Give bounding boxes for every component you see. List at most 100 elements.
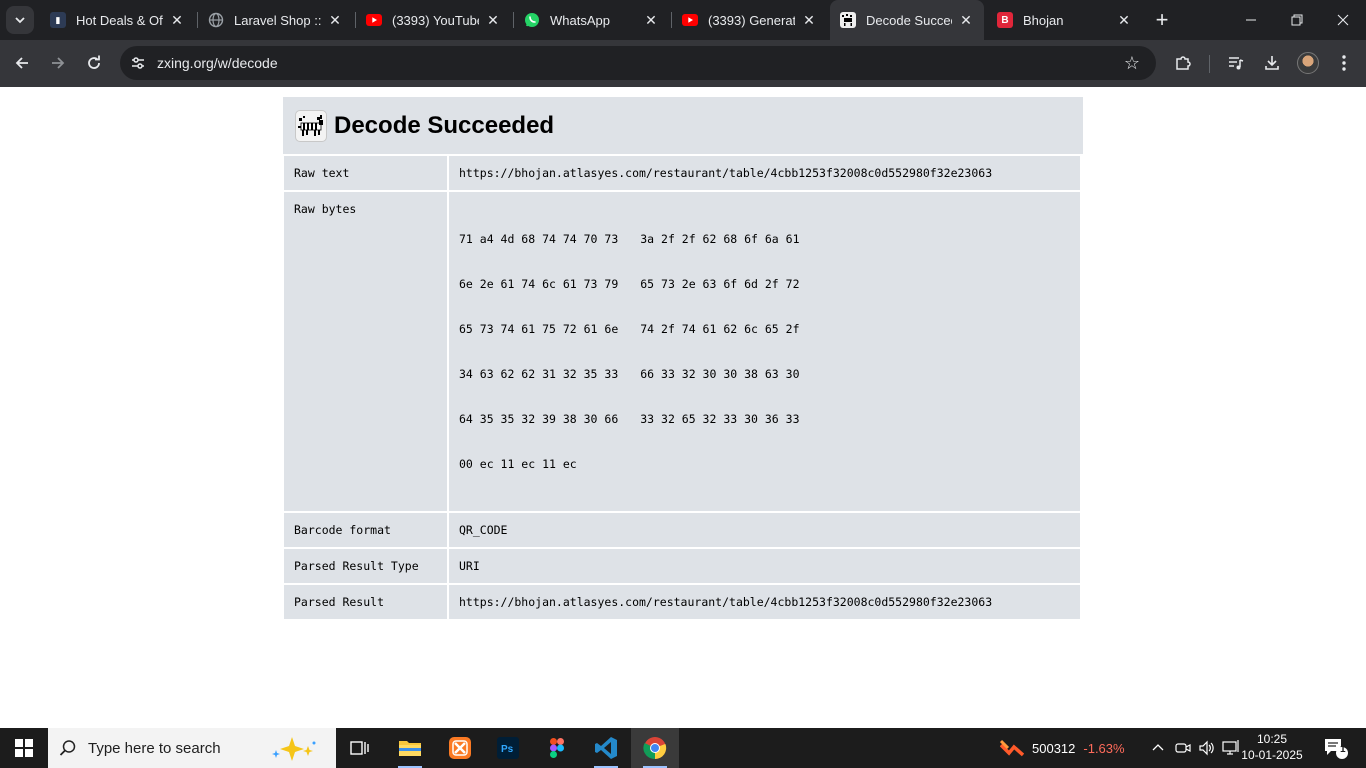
stock-widget[interactable]: 500312 -1.63%	[1000, 728, 1125, 768]
byte-line: 3a 2f 2f 62 68 6f 6a 61	[640, 232, 800, 246]
close-icon[interactable]: ✕	[1116, 12, 1132, 28]
byte-line: 34 63 62 62 31 32 35 33	[459, 367, 619, 381]
folder-icon	[399, 741, 421, 756]
row-label: Raw text	[284, 156, 447, 190]
toolbar-separator	[1209, 55, 1210, 73]
minimize-icon	[1246, 19, 1256, 21]
byte-line: 6e 2e 61 74 6c 61 73 79	[459, 277, 619, 291]
copilot-sparkle-icon	[272, 737, 316, 761]
more-vertical-icon	[1342, 55, 1346, 71]
close-window-button[interactable]	[1320, 0, 1366, 40]
search-placeholder: Type here to search	[88, 739, 221, 757]
close-icon[interactable]: ✕	[801, 12, 817, 28]
photoshop-icon: Ps	[497, 737, 519, 759]
extensions-button[interactable]	[1168, 48, 1198, 78]
tab-laravel-shop[interactable]: Laravel Shop :: Admin ✕	[198, 5, 353, 35]
photoshop-button[interactable]: Ps	[484, 728, 532, 768]
byte-line: 64 35 35 32 39 38 30 66	[459, 412, 619, 426]
table-row: Raw text https://bhojan.atlasyes.com/res…	[284, 156, 1080, 190]
network-icon	[1222, 740, 1239, 755]
vscode-button[interactable]	[582, 728, 630, 768]
back-button[interactable]	[7, 48, 37, 78]
minimize-button[interactable]	[1228, 0, 1274, 40]
tab-whatsapp[interactable]: WhatsApp ✕	[514, 5, 669, 35]
media-control-button[interactable]	[1221, 48, 1251, 78]
stock-value: 500312	[1032, 740, 1076, 756]
profile-avatar[interactable]	[1297, 52, 1319, 74]
byte-line: 65 73 74 61 75 72 61 6e	[459, 322, 619, 336]
task-view-icon	[350, 741, 369, 755]
forward-button[interactable]	[43, 48, 73, 78]
arrow-right-icon	[52, 57, 65, 69]
row-label: Barcode format	[284, 513, 447, 547]
restore-button[interactable]	[1274, 0, 1320, 40]
bookmark-star-icon[interactable]: ☆	[1122, 53, 1142, 73]
table-row: Parsed Result Type URI	[284, 549, 1080, 583]
tab-youtube-generate[interactable]: (3393) Generate ✕	[672, 5, 827, 35]
tab-hot-deals[interactable]: ▮ Hot Deals & Offers ✕	[40, 5, 195, 35]
figma-button[interactable]	[533, 728, 581, 768]
camera-icon	[1175, 743, 1191, 753]
chevron-up-icon	[1152, 744, 1164, 751]
parsed-result-value: https://bhojan.atlasyes.com/restaurant/t…	[449, 585, 1080, 619]
taskbar: Type here to search Ps 500312 -1.63% 10:…	[0, 728, 1366, 768]
volume-button[interactable]	[1198, 728, 1216, 768]
close-icon[interactable]: ✕	[169, 12, 185, 28]
zxing-zebra-logo-icon	[295, 109, 327, 142]
playlist-music-icon	[1229, 57, 1244, 70]
network-button[interactable]	[1222, 728, 1240, 768]
notification-center-button[interactable]: 1	[1318, 734, 1354, 762]
file-explorer-button[interactable]	[386, 728, 434, 768]
close-icon[interactable]: ✕	[643, 12, 659, 28]
page-title: Decode Succeeded	[334, 111, 555, 139]
site-info-icon[interactable]	[126, 51, 150, 75]
svg-text:Ps: Ps	[501, 744, 514, 755]
restore-icon	[1291, 14, 1303, 26]
result-header: Decode Succeeded	[283, 97, 1083, 154]
chevron-down-icon	[15, 17, 25, 24]
tab-title: Decode Succeeded	[866, 12, 952, 28]
chrome-icon	[643, 737, 667, 760]
table-row: Barcode format QR_CODE	[284, 513, 1080, 547]
speaker-icon	[1199, 740, 1214, 756]
page-content: Decode Succeeded Raw text https://bhojan…	[0, 87, 1366, 728]
new-tab-button[interactable]: +	[1150, 7, 1174, 32]
system-clock[interactable]: 10:25 10-01-2025	[1240, 731, 1304, 763]
xampp-button[interactable]	[436, 728, 484, 768]
notification-count: 1	[1340, 744, 1346, 755]
search-icon	[48, 739, 88, 757]
decode-result: Decode Succeeded Raw text https://bhojan…	[283, 97, 1083, 621]
reload-button[interactable]	[79, 48, 109, 78]
tab-search-button[interactable]	[6, 6, 34, 34]
browser-toolbar: zxing.org/w/decode ☆	[0, 40, 1366, 87]
show-hidden-icons-button[interactable]	[1152, 728, 1164, 768]
table-row: Parsed Result https://bhojan.atlasyes.co…	[284, 585, 1080, 619]
close-icon[interactable]: ✕	[327, 12, 343, 28]
address-bar[interactable]: zxing.org/w/decode ☆	[120, 46, 1156, 80]
downloads-button[interactable]	[1257, 48, 1287, 78]
tab-strip: ▮ Hot Deals & Offers ✕ Laravel Shop :: A…	[0, 0, 1366, 40]
taskbar-search[interactable]: Type here to search	[48, 728, 336, 768]
tab-youtube[interactable]: (3393) YouTube ✕	[356, 5, 511, 35]
start-button[interactable]	[0, 728, 48, 768]
task-view-button[interactable]	[336, 728, 384, 768]
url-text[interactable]: zxing.org/w/decode	[157, 46, 278, 80]
youtube-icon	[366, 12, 382, 28]
arrow-left-icon	[15, 57, 28, 69]
byte-line: 74 2f 74 61 62 6c 65 2f	[640, 322, 800, 336]
tab-bhojan[interactable]: B Bhojan ✕	[987, 5, 1142, 35]
close-icon[interactable]: ✕	[485, 12, 501, 28]
bhojan-favicon: B	[997, 12, 1013, 28]
close-icon[interactable]: ✕	[958, 12, 974, 28]
puzzle-icon	[1176, 56, 1191, 70]
tab-title: Hot Deals & Offers	[76, 12, 163, 28]
raw-text-value: https://bhojan.atlasyes.com/restaurant/t…	[449, 156, 1080, 190]
chrome-menu-button[interactable]	[1329, 48, 1359, 78]
byte-line: 33 32 65 32 33 30 36 33	[640, 412, 800, 426]
meet-now-button[interactable]	[1175, 728, 1191, 768]
clock-date: 10-01-2025	[1241, 748, 1303, 762]
tab-decode-succeeded[interactable]: Decode Succeeded ✕	[830, 0, 984, 40]
stock-chart-icon	[1000, 739, 1024, 757]
chrome-button[interactable]	[631, 728, 679, 768]
barcode-format-value: QR_CODE	[449, 513, 1080, 547]
